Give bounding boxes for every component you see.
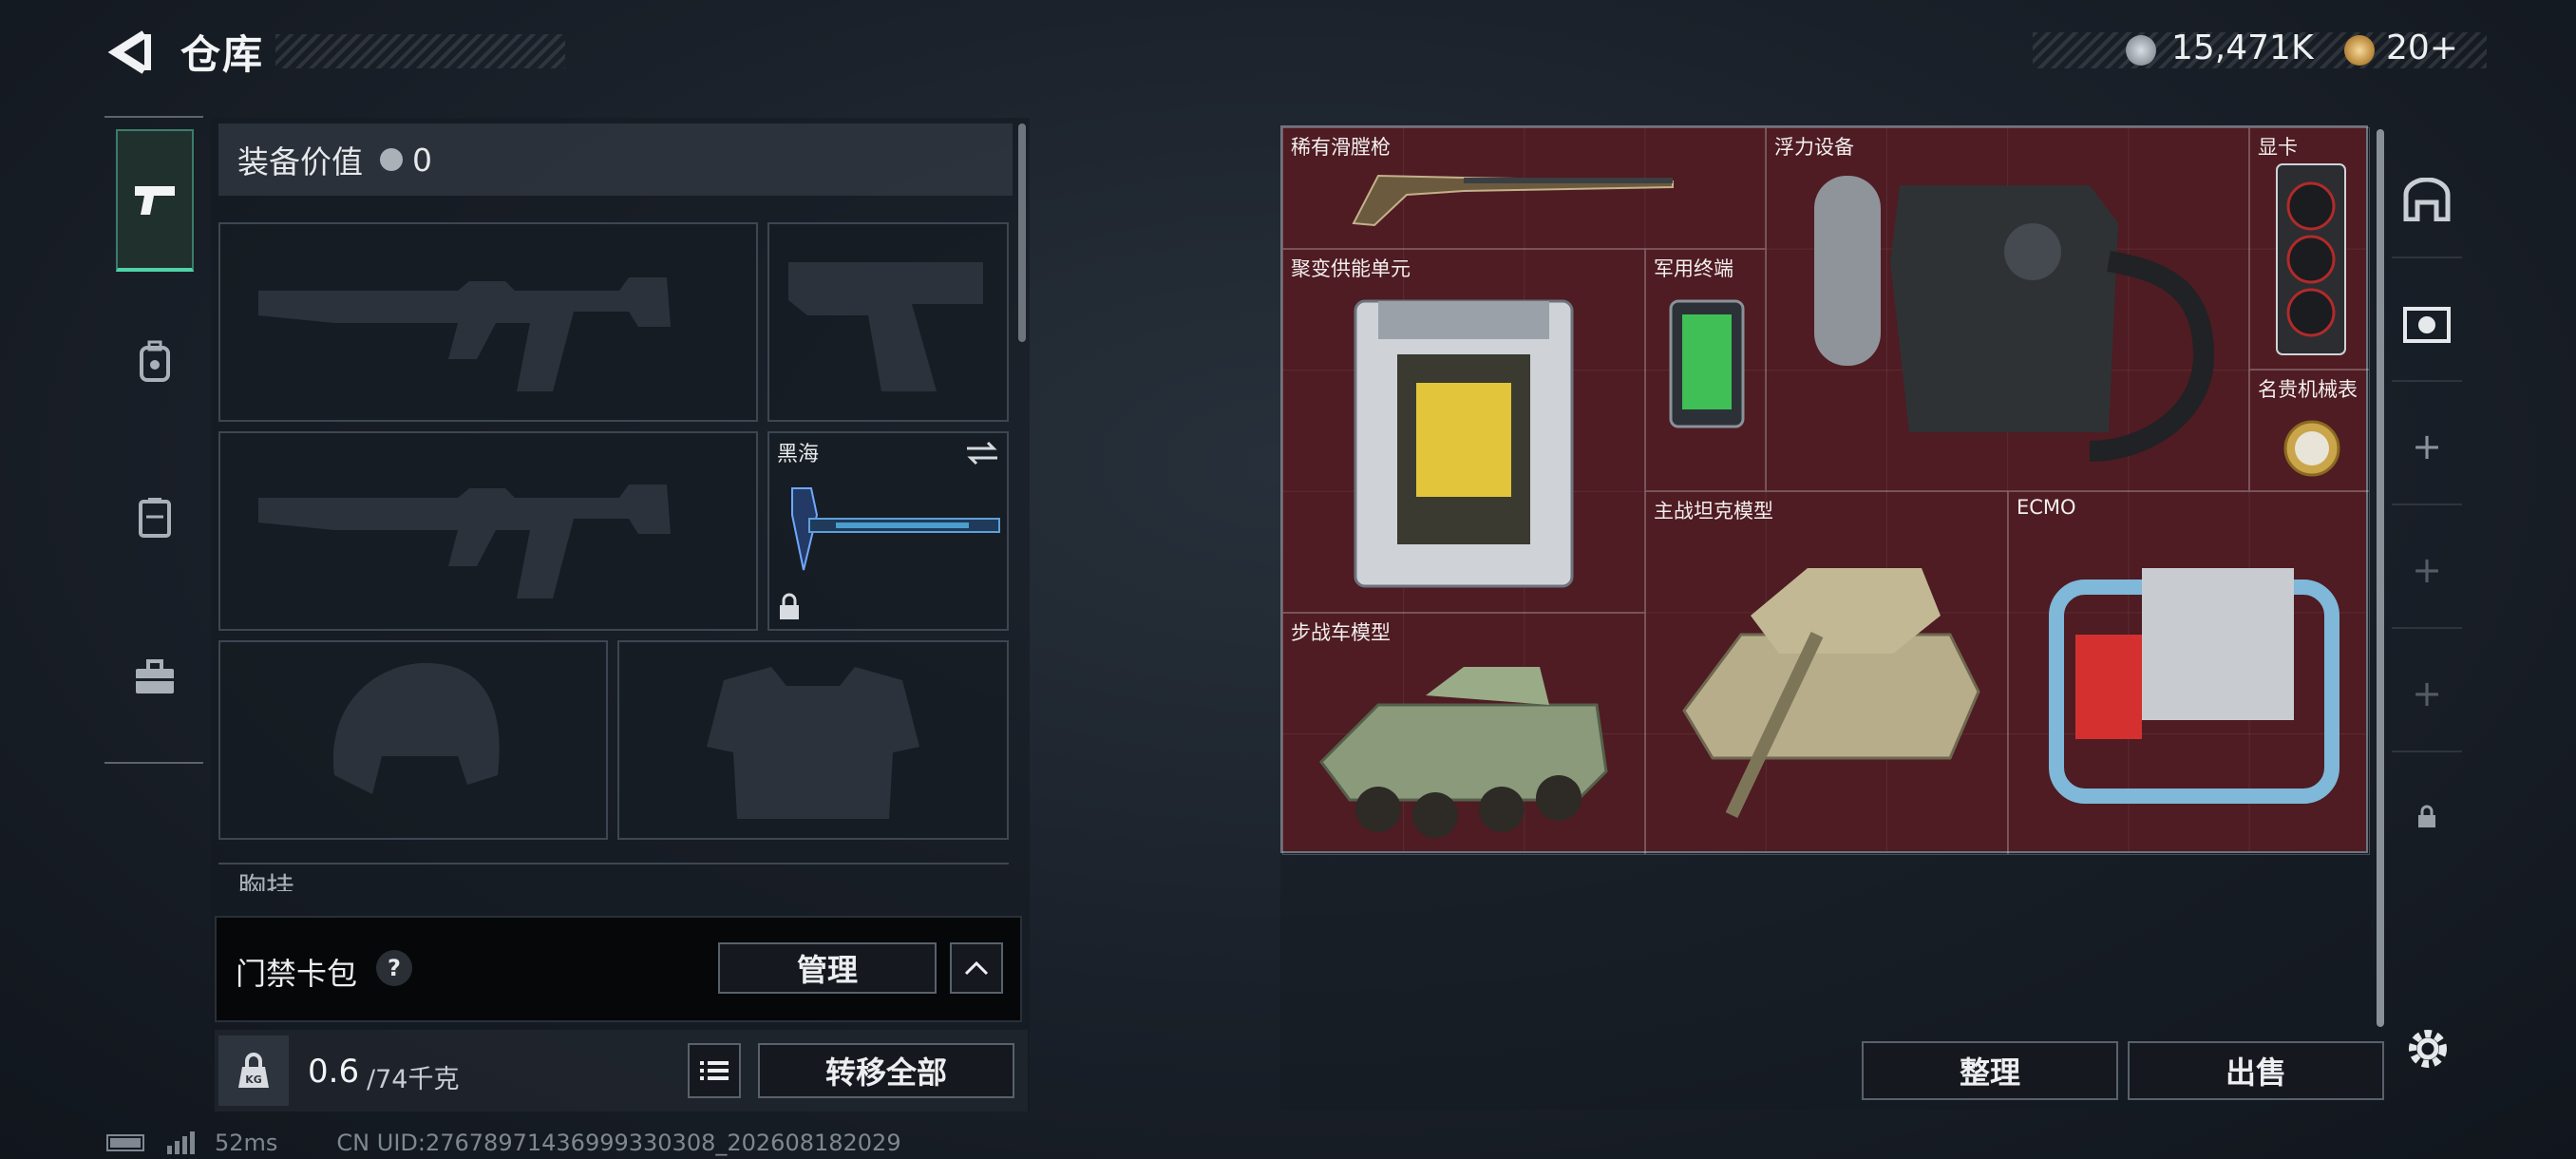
keycard-label: 门禁卡包 [236, 956, 358, 992]
musket-icon [1352, 174, 1674, 227]
fusion-core-icon [1354, 299, 1574, 588]
tank-icon [1682, 568, 1980, 818]
equipment-value-amount: 0 [412, 141, 432, 179]
melee-slot[interactable]: 黑海 [767, 431, 1009, 631]
ping: 52ms [215, 1130, 278, 1156]
scuba-rig-icon [1814, 176, 2215, 462]
back-button[interactable] [106, 28, 152, 76]
battery-icon [106, 1134, 144, 1151]
collection-icon [2403, 307, 2451, 343]
container-tabs: + + + [2392, 142, 2462, 902]
item-label: ECMO [2017, 496, 2076, 519]
item-rare-musket[interactable]: 稀有滑膛枪 [1282, 127, 1766, 249]
vest-silhouette-icon [707, 667, 919, 819]
page-title: 仓库 [180, 31, 265, 78]
weight-badge: KG [245, 1074, 262, 1086]
locked-slot [2392, 760, 2462, 874]
weight-row: KG 0.6 /74千克 转移全部 [215, 1030, 1028, 1112]
primary-weapon-slot[interactable] [218, 222, 758, 422]
helmet-slot[interactable] [218, 640, 608, 840]
nav-armor-tab[interactable] [116, 446, 194, 589]
lock-icon [2418, 805, 2435, 827]
chevron-up-icon [964, 960, 989, 976]
ifv-icon [1319, 667, 1608, 838]
item-label: 聚变供能单元 [1291, 257, 1411, 280]
weight-icon: KG [218, 1036, 289, 1106]
transfer-all-button[interactable]: 转移全部 [758, 1043, 1014, 1098]
melee-name: 黑海 [777, 443, 820, 466]
nav-backpack-tab[interactable] [116, 291, 194, 433]
ticket-icon [2344, 35, 2375, 66]
coin-icon [2126, 35, 2156, 66]
swap-icon[interactable] [965, 439, 999, 467]
weight-current: 0.6 [308, 1053, 360, 1091]
kettlebell-icon: KG [238, 1053, 269, 1088]
user-uid: CN UID:27678971436999330308_202608182029 [336, 1130, 901, 1156]
status-bar: 52ms CN UID:27678971436999330308_2026081… [106, 1127, 901, 1159]
pistol-slot[interactable] [767, 222, 1009, 422]
item-military-terminal[interactable]: 军用终端 [1645, 249, 1766, 491]
title-decor [275, 34, 565, 68]
armor-slot[interactable] [617, 640, 1009, 840]
keycard-bar: 门禁卡包 ? 管理 [215, 916, 1022, 1022]
equipment-value: 装备价值 0 [218, 124, 1013, 196]
vault-icon [2403, 178, 2451, 221]
item-ifv-model[interactable]: 步战车模型 [1282, 613, 1645, 855]
gear-icon [2409, 1030, 2447, 1068]
item-label: 显卡 [2258, 136, 2298, 159]
chest-rig-slot[interactable]: 胸挂 [218, 863, 1009, 891]
add-container-button[interactable]: + [2392, 390, 2462, 505]
coin-icon [380, 148, 403, 171]
tab-collection[interactable] [2392, 266, 2462, 382]
item-graphics-card[interactable]: 显卡 [2249, 127, 2370, 370]
gpu-icon [2276, 163, 2346, 355]
item-ecmo[interactable]: ECMO [2008, 491, 2370, 855]
currency-tickets[interactable]: 20+ [2386, 28, 2458, 67]
pistol-icon [135, 186, 175, 215]
item-label: 主战坦克模型 [1654, 500, 1773, 522]
list-icon [700, 1061, 729, 1080]
help-icon[interactable]: ? [376, 950, 412, 986]
currency-main: 15,471K [2171, 28, 2314, 67]
item-buoyancy-device[interactable]: 浮力设备 [1766, 127, 2249, 491]
sell-button[interactable]: 出售 [2128, 1041, 2384, 1100]
sort-button[interactable]: 整理 [1862, 1041, 2118, 1100]
rifle-silhouette-icon [258, 484, 671, 598]
secondary-weapon-slot[interactable] [218, 431, 758, 631]
equipment-value-label: 装备价值 [237, 143, 363, 180]
briefcase-icon [136, 659, 174, 694]
item-label: 名贵机械表 [2258, 378, 2358, 401]
rifle-silhouette-icon [258, 277, 671, 391]
tab-safe-box[interactable] [2392, 142, 2462, 258]
settings-button[interactable] [2403, 1024, 2453, 1077]
signal-icon [167, 1131, 195, 1154]
watch-icon [2283, 420, 2340, 477]
terminal-icon [1669, 299, 1745, 428]
inventory-grid: 稀有滑膛枪 浮力设备 显卡 聚变供能单元 军用终端 名贵机械表 主战坦克模型 E… [1280, 125, 2370, 855]
vest-icon [139, 498, 171, 538]
item-mbt-model[interactable]: 主战坦克模型 [1645, 491, 2008, 855]
chest-rig-label: 胸挂 [237, 872, 294, 891]
tomahawk-icon [791, 487, 1000, 571]
nav-weapons-tab[interactable] [116, 129, 194, 272]
add-container-button[interactable]: + [2392, 636, 2462, 752]
item-fusion-power-unit[interactable]: 聚变供能单元 [1282, 249, 1645, 613]
left-scrollbar[interactable] [1018, 124, 1026, 342]
expand-button[interactable] [950, 942, 1003, 994]
back-arrow-icon [107, 30, 151, 74]
add-container-button[interactable]: + [2392, 513, 2462, 629]
pistol-silhouette-icon [788, 262, 983, 391]
right-scrollbar[interactable] [2377, 129, 2384, 1027]
list-view-button[interactable] [688, 1043, 741, 1098]
weight-max: /74千克 [367, 1065, 460, 1094]
item-luxury-watch[interactable]: 名贵机械表 [2249, 370, 2370, 491]
helmet-silhouette-icon [332, 662, 500, 794]
backpack-icon [140, 340, 170, 382]
manage-button[interactable]: 管理 [718, 942, 937, 994]
nav-toolbox-tab[interactable] [116, 606, 194, 749]
ecmo-icon [2049, 568, 2339, 804]
lock-icon [780, 593, 799, 619]
item-label: 军用终端 [1654, 257, 1733, 280]
item-label: 步战车模型 [1291, 621, 1391, 644]
